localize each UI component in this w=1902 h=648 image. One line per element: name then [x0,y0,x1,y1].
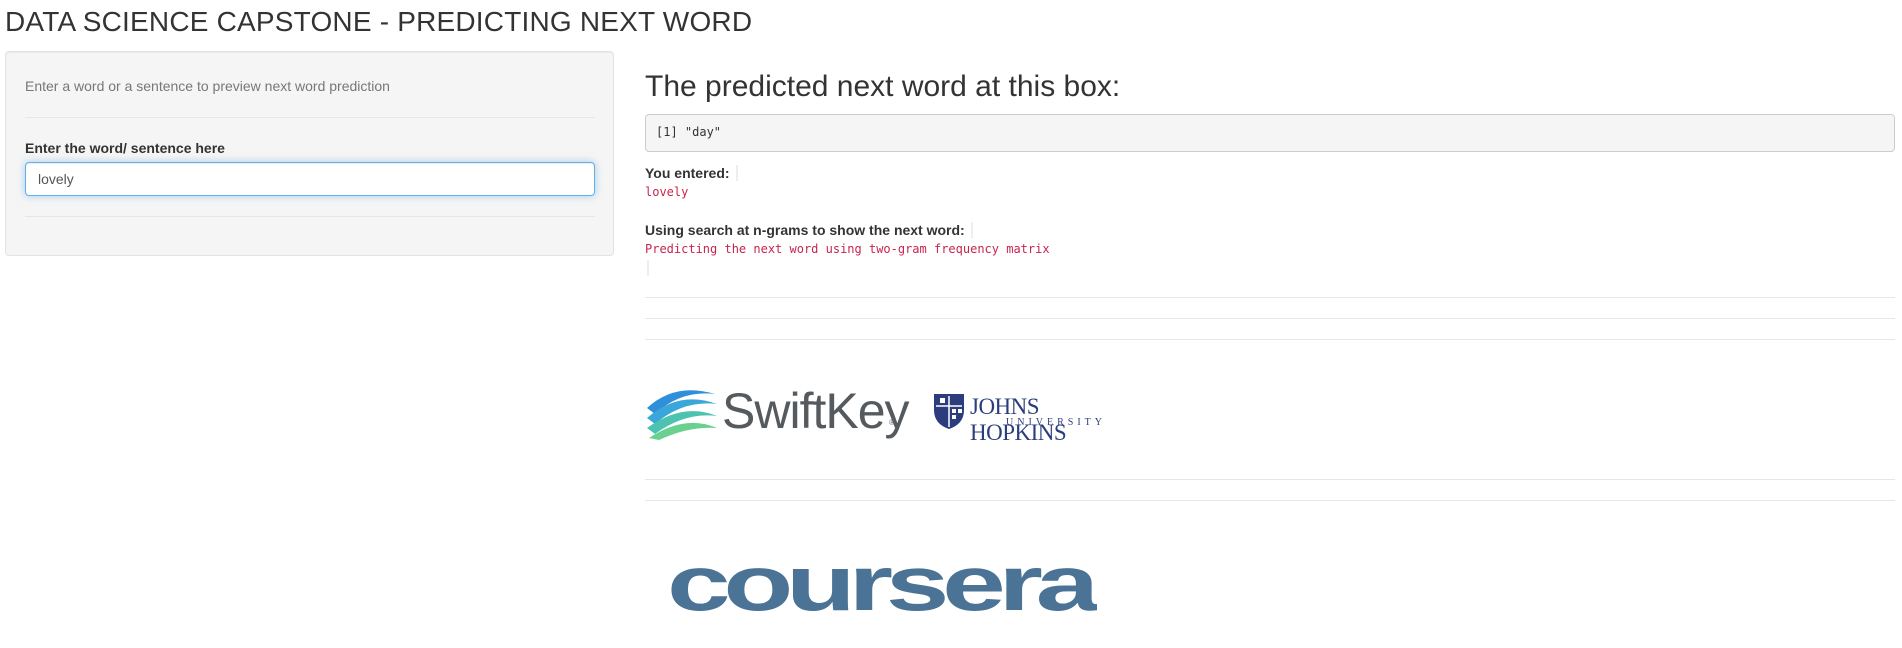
word-input-label: Enter the word/ sentence here [25,140,225,156]
sidebar-panel: Enter a word or a sentence to preview ne… [5,51,614,256]
page-title: DATA SCIENCE CAPSTONE - PREDICTING NEXT … [5,6,753,37]
output-marker [971,222,973,238]
method-label: Using search at n-grams to show the next… [645,222,965,238]
sidebar-hint-text: Enter a word or a sentence to preview ne… [25,78,390,94]
output-marker [647,260,649,276]
prediction-output: [1] "day" [645,114,1895,152]
main-divider [645,339,1895,340]
coursera-wordmark: coursera [667,550,1097,620]
swiftkey-logo: SwiftKey ® [645,382,910,440]
swiftkey-wordmark: SwiftKey [722,383,910,439]
swiftkey-swoosh-icon [647,390,717,440]
jhu-logo: JOHNS HOPKINS UNIVERSITY [932,390,1122,445]
sidebar-divider [25,216,595,217]
jhu-shield-icon [934,394,964,429]
jhu-university-text: UNIVERSITY [1006,417,1106,428]
main-divider [645,479,1895,480]
method-value: Predicting the next word using two-gram … [645,242,1050,256]
main-divider [645,500,1895,501]
prediction-heading: The predicted next word at this box: [645,70,1121,103]
word-input[interactable] [25,162,595,196]
entered-value: lovely [645,185,689,199]
main-divider [645,297,1895,298]
main-divider [645,318,1895,319]
coursera-logo: coursera [667,550,1097,620]
entered-label: You entered: [645,165,730,181]
output-marker [736,165,738,181]
sidebar-divider [25,117,595,118]
swiftkey-registered-mark: ® [889,418,895,427]
